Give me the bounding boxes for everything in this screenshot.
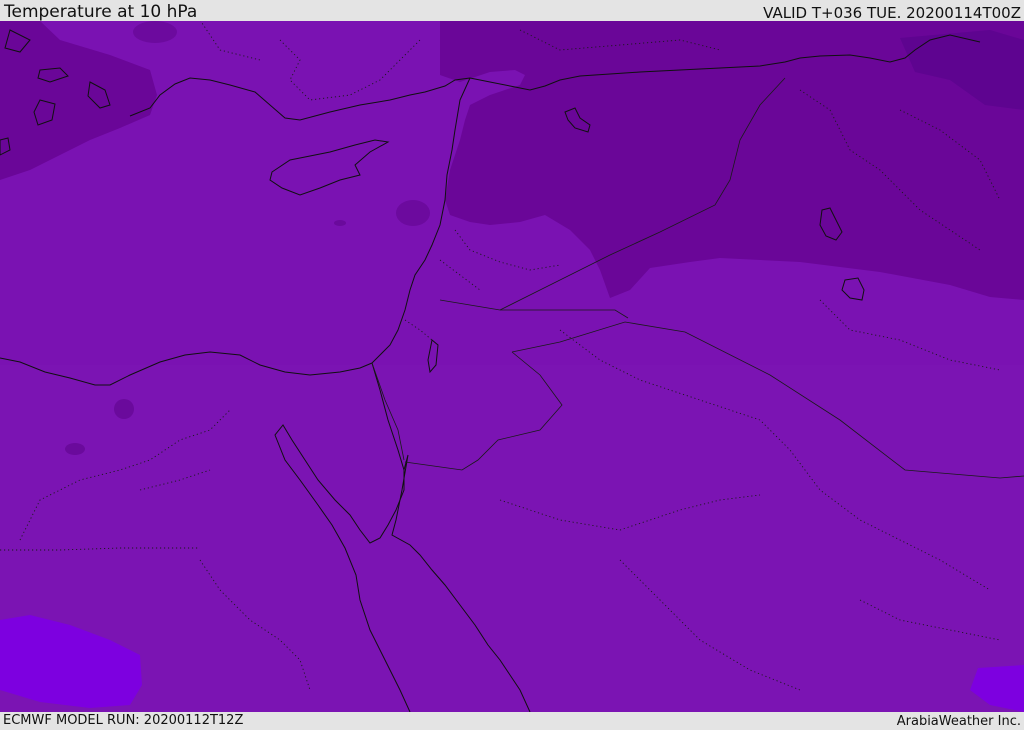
map-title: Temperature at 10 hPa [4,2,198,22]
cold-spot-levant-coast [396,200,430,226]
model-run-label: ECMWF MODEL RUN: 20200112T12Z [3,713,244,728]
temperature-map [0,21,1024,712]
map-panel [0,21,1024,712]
valid-time-label: VALID T+036 TUE. 20200114T00Z [763,4,1021,22]
map-viewer: Temperature at 10 hPa VALID T+036 TUE. 2… [0,0,1024,729]
cold-spot-small [334,220,346,226]
lower-field-band [0,365,1024,712]
cold-spot-egypt-west [65,443,85,455]
cold-spot-top-centre [133,21,177,43]
header-bar: Temperature at 10 hPa VALID T+036 TUE. 2… [0,0,1024,21]
brand-label: ArabiaWeather Inc. [896,714,1021,729]
cold-spot-egypt-north [114,399,134,419]
footer-bar: ECMWF MODEL RUN: 20200112T12Z ArabiaWeat… [0,712,1024,729]
